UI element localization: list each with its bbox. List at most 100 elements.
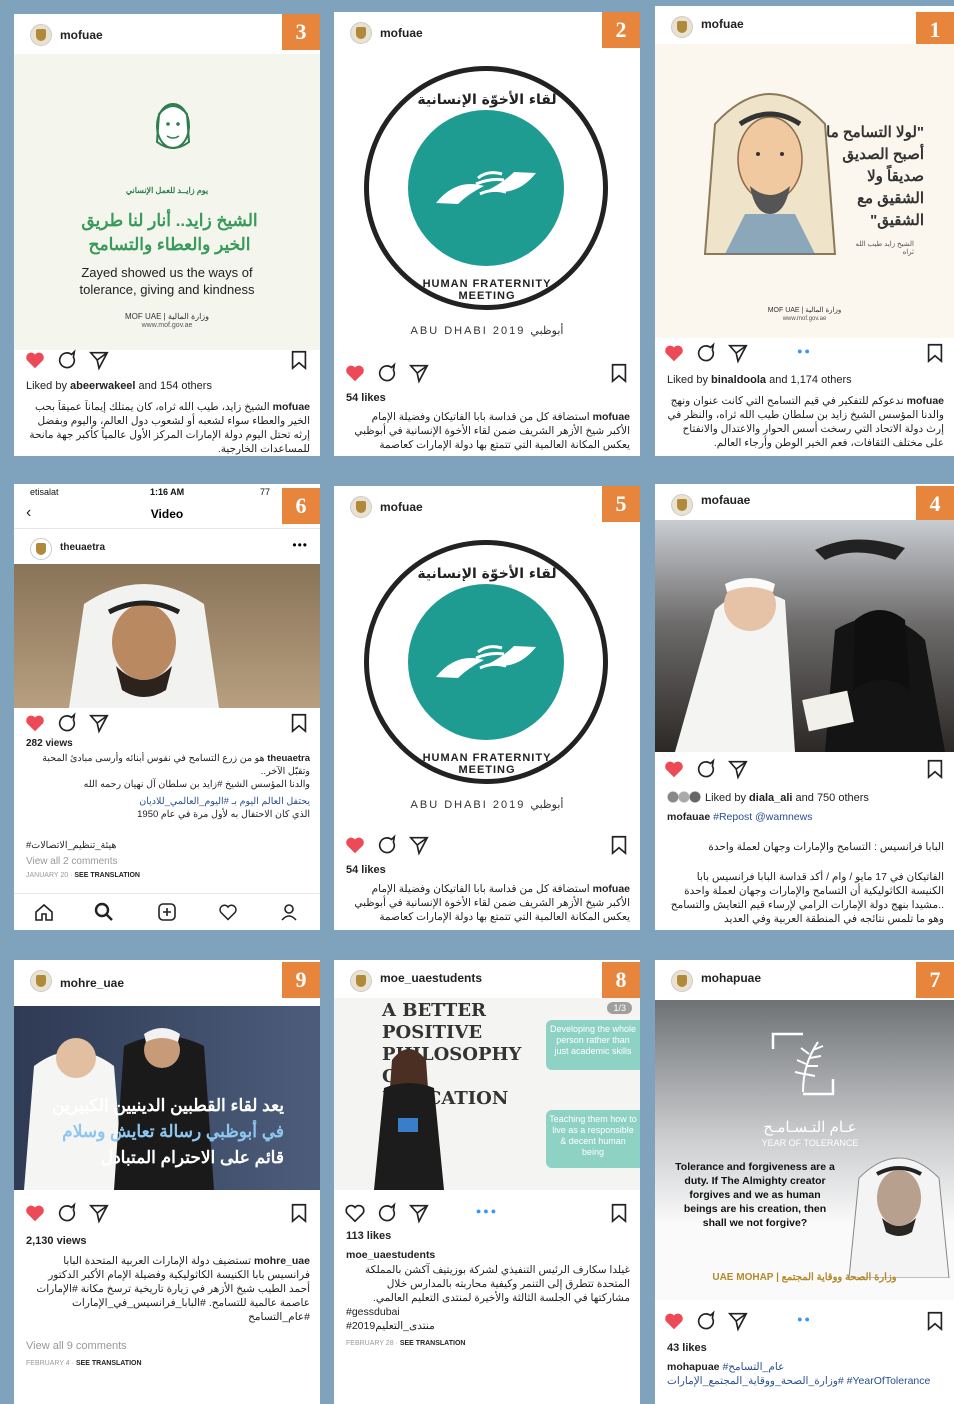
- bookmark-icon[interactable]: [924, 758, 946, 780]
- see-translation-link[interactable]: SEE TRANSLATION: [400, 1340, 466, 1347]
- caption-username[interactable]: mofauae: [667, 811, 710, 823]
- comment-icon[interactable]: [376, 1202, 398, 1224]
- avatar[interactable]: [671, 16, 693, 38]
- bookmark-icon[interactable]: [924, 1310, 946, 1332]
- share-icon[interactable]: [88, 1202, 110, 1224]
- bookmark-icon[interactable]: [288, 712, 310, 734]
- bookmark-icon[interactable]: [288, 349, 310, 371]
- likes-suffix[interactable]: and 154 others: [139, 380, 212, 392]
- search-icon[interactable]: [94, 902, 114, 922]
- username[interactable]: mohre_uae: [60, 976, 124, 990]
- post-image[interactable]: يوم زايــد للعمل الإنساني الشيخ زايد.. أ…: [14, 54, 320, 350]
- bookmark-icon[interactable]: [608, 1202, 630, 1224]
- liked-by-user[interactable]: binaldoola: [711, 374, 766, 386]
- post-image[interactable]: A BETTER POSITIVE PHILOSOPHY OF EDUCATIO…: [334, 998, 640, 1190]
- comment-icon[interactable]: [695, 342, 717, 364]
- see-translation-link[interactable]: SEE TRANSLATION: [76, 1360, 142, 1367]
- username[interactable]: mofauae: [701, 493, 750, 507]
- post-image[interactable]: "لولا التسامح ما أصبح الصديق صديقاً ولا …: [655, 44, 954, 338]
- heart-filled-icon[interactable]: [344, 834, 366, 856]
- heart-filled-icon[interactable]: [663, 342, 685, 364]
- comment-icon[interactable]: [376, 834, 398, 856]
- comment-icon[interactable]: [695, 1310, 717, 1332]
- home-icon[interactable]: [34, 902, 54, 922]
- caption-tags[interactable]: #gessdubai #منتدى_التعليم2019: [346, 1305, 466, 1333]
- share-icon[interactable]: [408, 362, 430, 384]
- heart-filled-icon[interactable]: [663, 758, 685, 780]
- caption-username[interactable]: mohapuae: [667, 1361, 720, 1373]
- bookmark-icon[interactable]: [288, 1202, 310, 1224]
- post-image[interactable]: عـام التـسـامـح YEAR OF TOLERANCE Tolera…: [655, 1000, 954, 1300]
- username[interactable]: mofuae: [380, 500, 423, 514]
- share-icon[interactable]: [88, 349, 110, 371]
- caption-username[interactable]: mofuae: [593, 411, 630, 423]
- caption-username[interactable]: mofuae: [907, 395, 944, 407]
- likes-count[interactable]: 54 likes: [346, 392, 386, 404]
- likes-count[interactable]: 54 likes: [346, 864, 386, 876]
- caption-username[interactable]: theuaetra: [267, 753, 310, 764]
- view-comments-link[interactable]: View all 2 comments: [26, 856, 118, 867]
- liked-by-user[interactable]: abeerwakeel: [70, 380, 135, 392]
- nav-title: Video: [150, 507, 184, 521]
- username[interactable]: mohapuae: [701, 971, 761, 985]
- caption-tag[interactable]: #Repost @wamnews: [713, 811, 812, 823]
- views-count[interactable]: 2,130 views: [26, 1235, 87, 1247]
- avatar[interactable]: [30, 24, 52, 46]
- share-icon[interactable]: [408, 1202, 430, 1224]
- caption-username[interactable]: mofuae: [273, 401, 310, 413]
- likes-suffix[interactable]: and 750 others: [796, 792, 869, 804]
- caption-hashtag[interactable]: #هيئة_تنظيم_الاتصالات: [26, 839, 310, 853]
- share-icon[interactable]: [727, 758, 749, 780]
- avatar[interactable]: [30, 538, 52, 560]
- post-image[interactable]: يعد لقاء القطبين الدينيين الكبيرين في أب…: [14, 1006, 320, 1190]
- heart-filled-icon[interactable]: [24, 1202, 46, 1224]
- username[interactable]: mofuae: [701, 17, 744, 31]
- heart-outline-icon[interactable]: [344, 1202, 366, 1224]
- comment-icon[interactable]: [376, 362, 398, 384]
- comment-icon[interactable]: [56, 1202, 78, 1224]
- comment-icon[interactable]: [695, 758, 717, 780]
- avatar[interactable]: [350, 496, 372, 518]
- heart-filled-icon[interactable]: [344, 362, 366, 384]
- liked-by-user[interactable]: diala_ali: [749, 792, 792, 804]
- heart-filled-icon[interactable]: [24, 349, 46, 371]
- post-header: mofuae: [334, 12, 640, 52]
- heart-filled-icon[interactable]: [663, 1310, 685, 1332]
- likes-count[interactable]: 43 likes: [667, 1342, 707, 1354]
- profile-icon[interactable]: [279, 902, 299, 922]
- username[interactable]: theuaetra: [60, 542, 105, 553]
- post-image[interactable]: [655, 520, 954, 752]
- video-frame[interactable]: [14, 564, 320, 708]
- avatar[interactable]: [30, 970, 52, 992]
- avatar[interactable]: [671, 494, 693, 516]
- bookmark-icon[interactable]: [608, 362, 630, 384]
- avatar[interactable]: [350, 22, 372, 44]
- new-post-icon[interactable]: [157, 902, 177, 922]
- bookmark-icon[interactable]: [608, 834, 630, 856]
- share-icon[interactable]: [727, 1310, 749, 1332]
- post-image[interactable]: لقاء الأخوّة الإنسانية HUMAN FRATERNITY …: [334, 526, 640, 826]
- avatar[interactable]: [350, 970, 372, 992]
- username[interactable]: moe_uaestudents: [380, 971, 482, 985]
- likes-suffix[interactable]: and 1,174 others: [769, 374, 852, 386]
- bookmark-icon[interactable]: [924, 342, 946, 364]
- caption-username[interactable]: mofuae: [593, 883, 630, 895]
- caption-username[interactable]: mohre_uae: [254, 1255, 310, 1267]
- see-translation-link[interactable]: SEE TRANSLATION: [74, 872, 140, 879]
- likes-count[interactable]: 113 likes: [346, 1230, 391, 1242]
- views-count[interactable]: 282 views: [26, 738, 73, 749]
- comment-icon[interactable]: [56, 349, 78, 371]
- username[interactable]: mofuae: [380, 26, 423, 40]
- more-options-icon[interactable]: •••: [292, 538, 308, 552]
- share-icon[interactable]: [408, 834, 430, 856]
- heart-filled-icon[interactable]: [24, 712, 46, 734]
- post-image[interactable]: لقاء الأخوّة الإنسانية HUMAN FRATERNITY …: [334, 52, 640, 356]
- view-comments-link[interactable]: View all 9 comments: [26, 1340, 127, 1352]
- comment-icon[interactable]: [56, 712, 78, 734]
- share-icon[interactable]: [88, 712, 110, 734]
- avatar[interactable]: [671, 970, 693, 992]
- share-icon[interactable]: [727, 342, 749, 364]
- caption-username[interactable]: moe_uaestudents: [346, 1248, 630, 1262]
- activity-heart-icon[interactable]: [218, 902, 238, 922]
- username[interactable]: mofuae: [60, 28, 103, 42]
